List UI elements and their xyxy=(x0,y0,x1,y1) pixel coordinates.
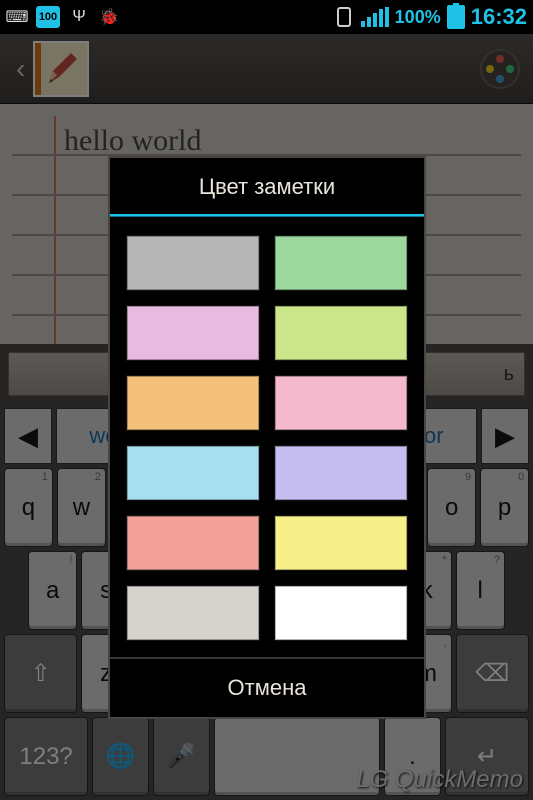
keyboard-status-icon: ⌨ xyxy=(6,6,28,28)
color-swatch-3[interactable] xyxy=(274,305,408,361)
color-swatch-1[interactable] xyxy=(274,235,408,291)
battery-pct: 100% xyxy=(395,7,441,28)
color-swatch-11[interactable] xyxy=(274,585,408,641)
color-swatch-8[interactable] xyxy=(126,515,260,571)
usb-icon: Ψ xyxy=(68,6,90,28)
dialog-cancel-button[interactable]: Отмена xyxy=(110,657,424,717)
color-swatch-7[interactable] xyxy=(274,445,408,501)
color-dialog: Цвет заметки Отмена xyxy=(108,156,426,719)
signal-icon xyxy=(361,7,389,27)
status-right: 100% 16:32 xyxy=(333,4,527,30)
color-swatch-0[interactable] xyxy=(126,235,260,291)
color-swatch-2[interactable] xyxy=(126,305,260,361)
status-bar: ⌨ 100 Ψ 🐞 100% 16:32 xyxy=(0,0,533,34)
color-grid xyxy=(110,217,424,657)
clock: 16:32 xyxy=(471,4,527,30)
color-swatch-6[interactable] xyxy=(126,445,260,501)
debug-icon: 🐞 xyxy=(98,6,120,28)
battery-pct-icon: 100 xyxy=(36,6,60,28)
color-swatch-5[interactable] xyxy=(274,375,408,431)
vibrate-icon xyxy=(333,6,355,28)
battery-icon xyxy=(447,5,465,29)
color-swatch-9[interactable] xyxy=(274,515,408,571)
status-left: ⌨ 100 Ψ 🐞 xyxy=(6,6,120,28)
dialog-title: Цвет заметки xyxy=(110,158,424,216)
color-swatch-4[interactable] xyxy=(126,375,260,431)
color-swatch-10[interactable] xyxy=(126,585,260,641)
